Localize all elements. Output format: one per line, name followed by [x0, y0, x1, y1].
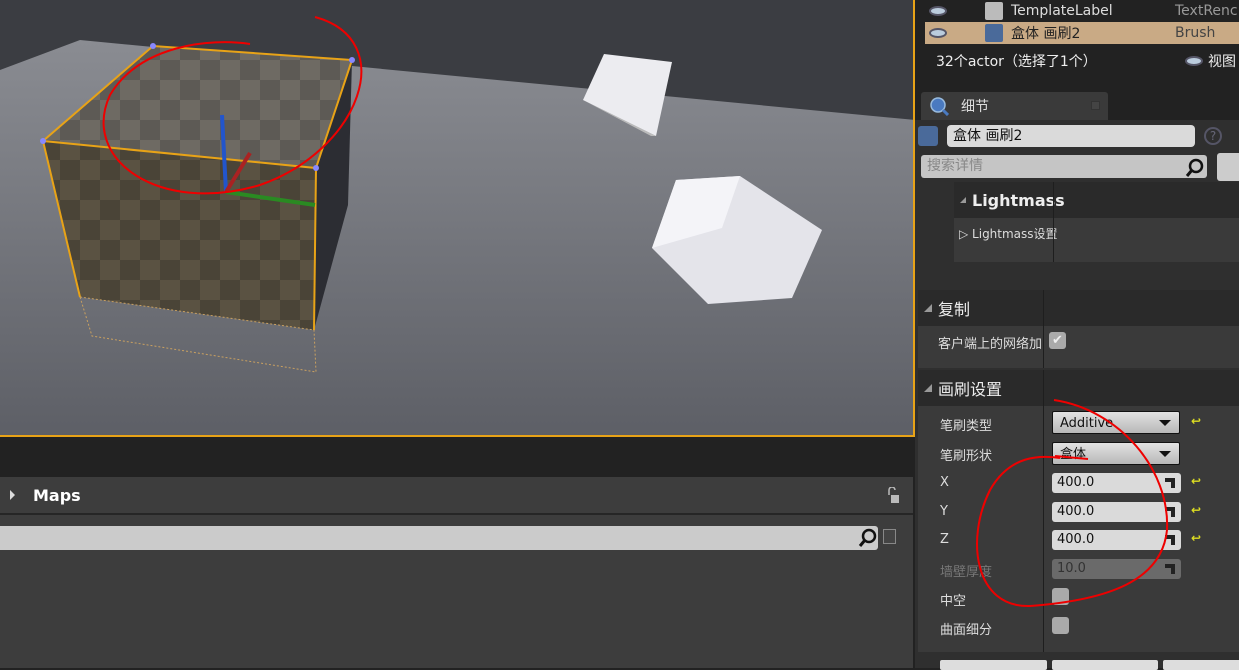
level-viewport[interactable]: [0, 0, 915, 437]
category-lightmass: Lightmass ▷ Lightmass设置: [954, 182, 1239, 262]
eye-icon[interactable]: [929, 6, 947, 16]
reset-icon[interactable]: ↩: [1191, 414, 1201, 428]
brush-type-dropdown[interactable]: Additive: [1052, 411, 1180, 434]
tessellated-checkbox[interactable]: [1052, 617, 1069, 634]
map-search-input[interactable]: [0, 526, 878, 550]
property-label: Lightmass设置: [972, 227, 1058, 241]
input-value: 400.0: [1057, 532, 1095, 547]
view-options-button[interactable]: 视图: [1185, 51, 1236, 71]
viewport-scene: [0, 0, 913, 435]
category-brush-settings: 画刷设置 笔刷类型 Additive ↩ 笔刷形状 盒体 X 400.0 ↩ Y…: [918, 370, 1239, 652]
unlock-icon[interactable]: [887, 487, 899, 503]
input-value: 400.0: [1057, 504, 1095, 519]
input-value: 400.0: [1057, 475, 1095, 490]
net-load-checkbox[interactable]: ✔: [1049, 332, 1066, 349]
search-icon[interactable]: [858, 526, 878, 550]
reset-icon[interactable]: ↩: [1191, 503, 1201, 517]
help-icon[interactable]: ?: [1204, 127, 1222, 145]
reset-icon[interactable]: ↩: [1191, 474, 1201, 488]
category-header[interactable]: 画刷设置: [918, 370, 1239, 406]
property-label: X: [940, 475, 949, 490]
property-label: 客户端上的网络加: [938, 337, 1043, 352]
details-search-input[interactable]: 搜索详情: [921, 155, 1207, 178]
z-input[interactable]: 400.0: [1052, 530, 1181, 550]
text-render-icon: [985, 2, 1003, 20]
actor-count: 32个actor（选择了1个）: [936, 54, 1097, 70]
expand-arrow-icon[interactable]: [10, 490, 15, 500]
view-options-grid-button[interactable]: [1217, 153, 1239, 181]
eye-icon[interactable]: [929, 28, 947, 38]
content-browser: Maps: [0, 477, 913, 668]
category-title: Lightmass: [972, 190, 1065, 210]
bottom-button[interactable]: [1052, 660, 1158, 670]
property-label: 曲面细分: [940, 623, 993, 638]
property-label: Z: [940, 532, 949, 547]
property-label: 笔刷类型: [940, 419, 993, 434]
dropdown-value: Additive: [1060, 416, 1114, 431]
tab-details[interactable]: 细节: [921, 92, 1108, 120]
category-header[interactable]: 复制: [918, 290, 1239, 326]
reset-icon[interactable]: ↩: [1191, 531, 1201, 545]
input-value: 10.0: [1057, 561, 1086, 576]
close-icon[interactable]: [1091, 101, 1100, 110]
right-panel: TemplateLabel TextRenc 盒体 画刷2 Brush 32个a…: [915, 0, 1239, 670]
outliner-row[interactable]: TemplateLabel TextRenc: [925, 0, 1239, 22]
category-replication: 复制 客户端上的网络加 ✔: [918, 290, 1239, 368]
actor-name-input[interactable]: 盒体 画刷2: [947, 125, 1195, 147]
details-icon: [930, 97, 949, 116]
actor-label: TemplateLabel: [1011, 3, 1113, 19]
tab-label: 细节: [961, 99, 989, 115]
x-input[interactable]: 400.0: [1052, 473, 1181, 493]
brush-icon: [985, 24, 1003, 42]
outliner-row-selected[interactable]: 盒体 画刷2 Brush: [925, 22, 1239, 44]
maps-folder-header[interactable]: Maps: [0, 477, 913, 515]
brush-icon: [918, 126, 938, 146]
actor-type: TextRenc: [1175, 3, 1238, 19]
search-icon[interactable]: [1185, 157, 1205, 177]
hollow-checkbox[interactable]: [1052, 588, 1069, 605]
category-header[interactable]: Lightmass: [954, 182, 1239, 218]
details-panel: 盒体 画刷2 ? 搜索详情 Lightmass ▷ Lightmass设置 复制…: [915, 120, 1239, 668]
bottom-button[interactable]: [940, 660, 1047, 670]
property-label: 墙壁厚度: [940, 565, 993, 580]
wall-thickness-input: 10.0: [1052, 559, 1181, 579]
view-options-label: 视图: [1208, 54, 1236, 70]
property-label: Y: [940, 504, 948, 519]
save-icon[interactable]: [883, 529, 896, 544]
actor-type: Brush: [1175, 25, 1216, 41]
toolbar-gap: [0, 437, 915, 477]
brush-shape-dropdown[interactable]: 盒体: [1052, 442, 1180, 465]
property-label: 笔刷形状: [940, 449, 993, 464]
maps-title: Maps: [33, 485, 81, 505]
lightmass-settings-row[interactable]: ▷ Lightmass设置: [959, 225, 1058, 242]
property-label: 中空: [940, 594, 967, 609]
category-title: 画刷设置: [938, 380, 1003, 399]
category-title: 复制: [938, 300, 971, 319]
actor-label: 盒体 画刷2: [1011, 26, 1081, 42]
bottom-button[interactable]: [1163, 660, 1239, 670]
eye-icon: [1185, 56, 1203, 66]
dropdown-value: 盒体: [1060, 447, 1087, 462]
y-input[interactable]: 400.0: [1052, 502, 1181, 522]
